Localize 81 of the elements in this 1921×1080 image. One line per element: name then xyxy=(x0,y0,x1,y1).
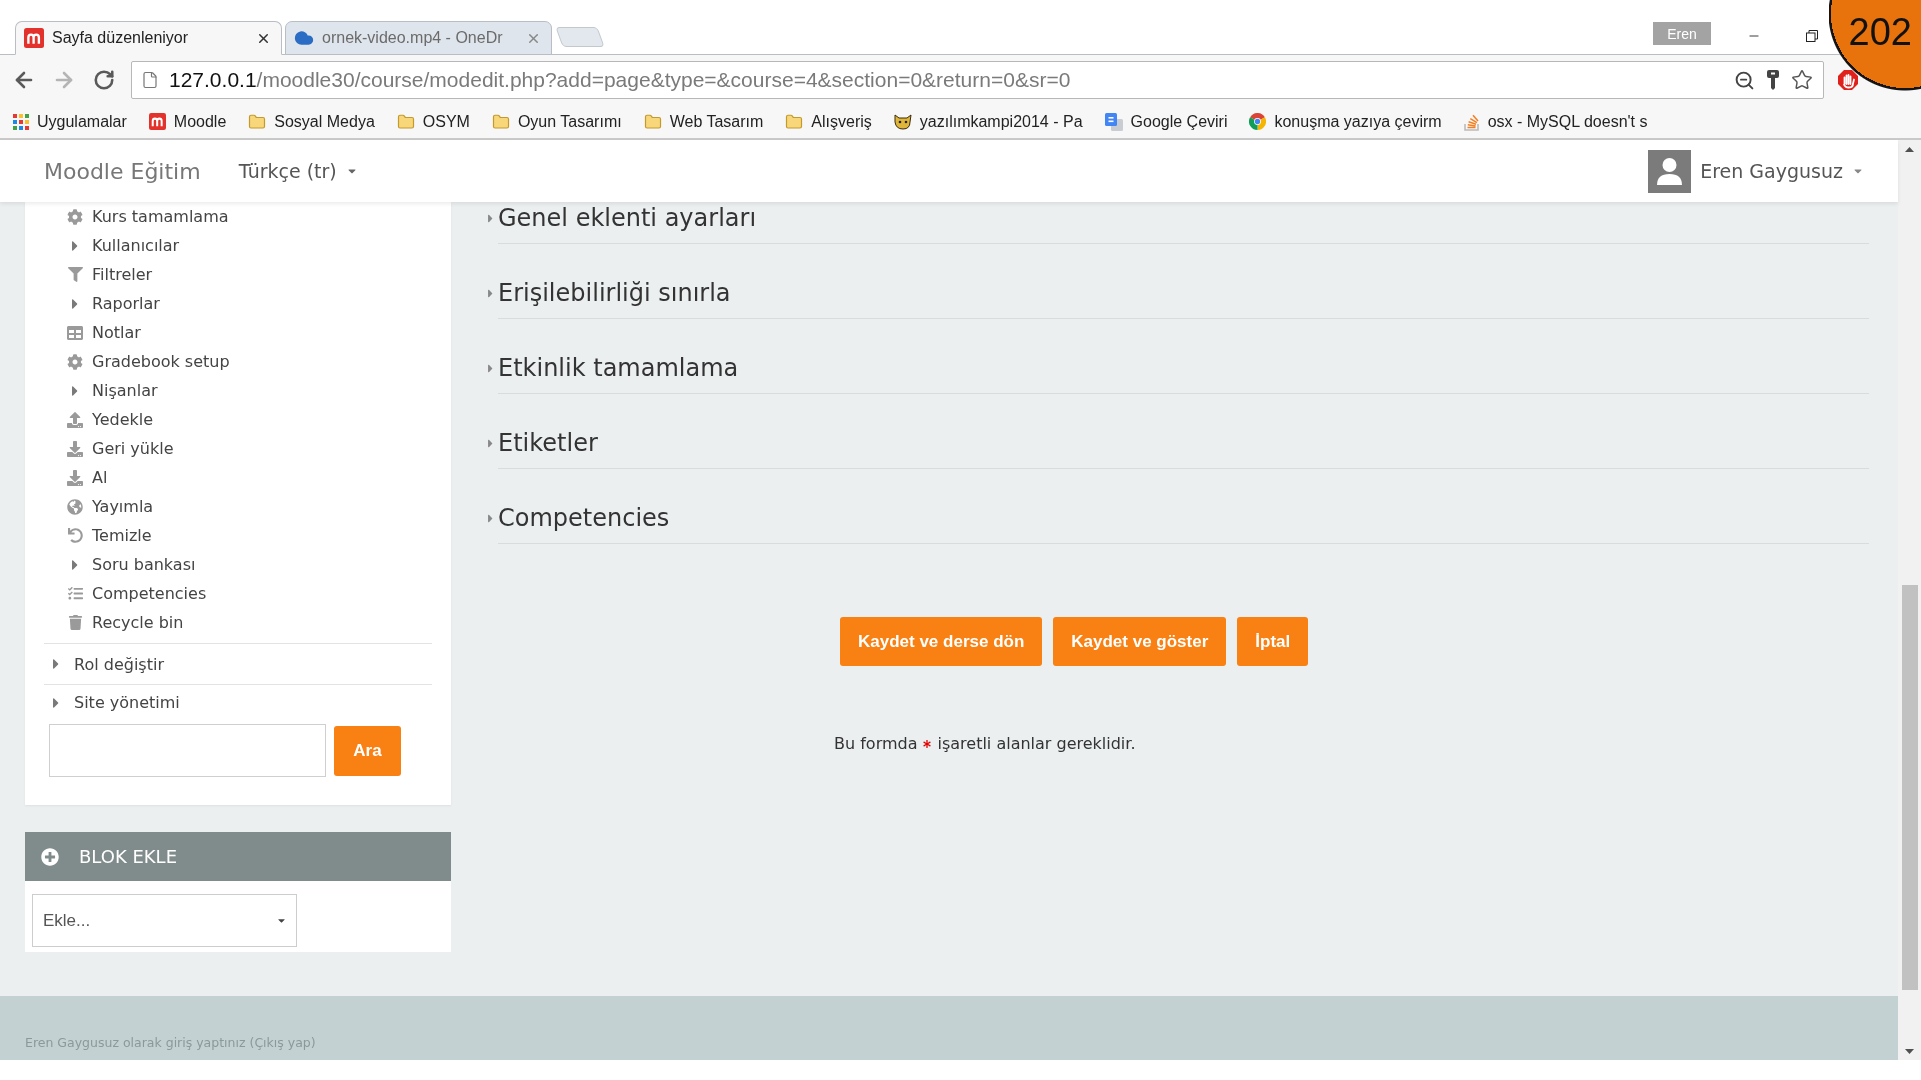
scrollbar-thumb[interactable] xyxy=(1901,585,1918,990)
folder-icon xyxy=(248,112,267,131)
apps-grid-icon xyxy=(13,113,29,130)
bookmark[interactable]: konuşma yazıya çevirm xyxy=(1245,108,1446,135)
language-menu[interactable]: Türkçe (tr) xyxy=(238,160,358,182)
restore-window-icon[interactable] xyxy=(1806,30,1818,42)
moodle-m-icon xyxy=(148,113,166,130)
search-field[interactable] xyxy=(49,724,326,777)
section-header-link[interactable]: Etkinlik tamamlama xyxy=(498,354,739,382)
section-header-link[interactable]: Etiketler xyxy=(498,429,598,457)
reload-icon[interactable] xyxy=(93,69,115,91)
star-icon[interactable] xyxy=(1791,69,1813,91)
nav-link[interactable]: Site yönetimi xyxy=(74,693,180,712)
nav-link[interactable]: Filtreler xyxy=(92,265,153,284)
nav-link[interactable]: Kullanıcılar xyxy=(92,236,180,255)
nav-link[interactable]: Soru bankası xyxy=(92,555,196,574)
nav-link[interactable]: Gradebook setup xyxy=(92,352,230,371)
nav-link[interactable]: Kurs tamamlama xyxy=(92,207,229,226)
folder-icon xyxy=(396,112,415,131)
nav-link[interactable]: Nişanlar xyxy=(92,381,158,400)
download-icon xyxy=(67,469,83,486)
section-header-link[interactable]: Genel eklenti ayarları xyxy=(498,204,757,232)
bookmark[interactable]: yazılımkampi2014 - Pa xyxy=(889,108,1087,135)
login-info-text: Eren Gaygusuz olarak giriş yaptınız (Çıkış yap) xyxy=(25,1035,316,1050)
table-icon xyxy=(67,324,83,341)
required-note-text: işaretli alanlar gereklidir. xyxy=(937,734,1136,753)
zoom-out-icon[interactable] xyxy=(1734,69,1755,91)
nav-link[interactable]: Geri yükle xyxy=(92,439,174,458)
nav-link[interactable]: Rol değiştir xyxy=(74,654,164,674)
required-note-text: Bu formda xyxy=(834,734,918,753)
nav-link[interactable]: Notlar xyxy=(92,323,141,342)
nav-link[interactable]: Temizle xyxy=(92,526,152,545)
bookmark[interactable]: OSYM xyxy=(392,108,474,135)
scroll-down-icon[interactable] xyxy=(1905,1048,1914,1054)
stacked-bars-icon xyxy=(1463,112,1480,131)
browser-tab[interactable]: Sayfa düzenleniyor xyxy=(15,21,282,55)
circular-arrow-icon xyxy=(67,528,83,543)
gear-icon xyxy=(67,208,83,225)
bookmark[interactable]: Alışveriş xyxy=(781,108,876,135)
block-title: BLOK EKLE xyxy=(79,846,177,867)
required-asterisk-icon xyxy=(923,739,932,748)
nav-link[interactable]: Yayımla xyxy=(92,497,154,516)
filter-icon xyxy=(67,267,83,282)
nav-link[interactable]: Yedekle xyxy=(92,410,154,429)
nav-link[interactable]: Recycle bin xyxy=(92,613,184,632)
page-icon xyxy=(141,71,159,89)
nav-link[interactable]: Competencies xyxy=(92,584,207,603)
checklist-icon xyxy=(67,586,83,601)
scroll-up-icon[interactable] xyxy=(1905,146,1914,152)
add-block-select[interactable]: Ekle... xyxy=(32,894,297,947)
nav-link[interactable]: Raporlar xyxy=(92,294,160,313)
user-menu[interactable]: Eren Gaygusuz xyxy=(1648,149,1864,193)
upload-icon xyxy=(67,411,83,428)
nav-link[interactable]: Al xyxy=(92,468,108,487)
globe-icon xyxy=(67,498,83,515)
folder-icon xyxy=(643,112,662,131)
bookmark[interactable]: Uygulamalar xyxy=(9,108,131,135)
cloud-icon xyxy=(294,28,314,48)
overlapping-tiles-icon xyxy=(1104,112,1123,131)
gear-icon xyxy=(67,353,83,370)
bookmark[interactable]: Web Tasarım xyxy=(639,108,768,135)
folder-icon xyxy=(785,112,804,131)
counter-badge: 202 xyxy=(1829,0,1921,91)
moodle-m-icon xyxy=(24,28,44,48)
site-brand-link[interactable]: Moodle Eğitim xyxy=(44,158,201,184)
address-field[interactable]: 127.0.0.1/moodle30/course/modedit.php?add=page&type=&course=4&section=0&return=0&sr=0 xyxy=(131,61,1824,99)
bookmark[interactable]: Google Çeviri xyxy=(1100,108,1232,135)
bookmark[interactable]: osx - MySQL doesn't s xyxy=(1459,108,1652,135)
key-icon[interactable] xyxy=(1767,70,1779,90)
bookmark[interactable]: Moodle xyxy=(144,108,231,135)
browser-tab[interactable]: ornek-video.mp4 - OneDr xyxy=(285,21,552,55)
section-header-link[interactable]: Erişilebilirliği sınırla xyxy=(498,279,731,307)
cat-face-icon xyxy=(893,113,912,130)
trash-icon xyxy=(67,615,83,630)
bookmark[interactable]: Sosyal Medya xyxy=(244,108,379,135)
folder-icon xyxy=(491,112,510,131)
download-icon xyxy=(67,440,83,457)
user-avatar-icon[interactable] xyxy=(1648,149,1692,193)
bookmark[interactable]: Oyun Tasarımı xyxy=(487,108,626,135)
segmented-circle-icon xyxy=(1249,113,1267,130)
section-header-link[interactable]: Competencies xyxy=(498,504,670,532)
